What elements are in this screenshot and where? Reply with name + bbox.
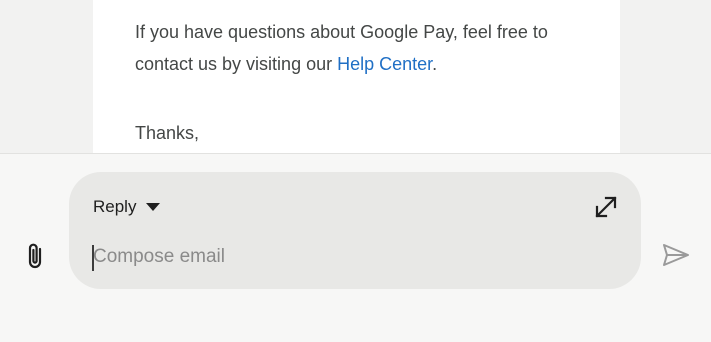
send-button[interactable] (658, 238, 694, 272)
help-center-link[interactable]: Help Center (337, 54, 432, 74)
email-body-suffix: . (432, 54, 438, 74)
caret-down-icon (146, 203, 161, 211)
expand-icon (595, 196, 617, 218)
text-cursor (92, 245, 94, 271)
paperclip-icon (28, 243, 42, 269)
attach-button[interactable] (18, 239, 52, 273)
email-content-area: If you have questions about Google Pay, … (0, 0, 711, 154)
reply-type-dropdown[interactable]: Reply (93, 196, 161, 218)
send-icon (663, 244, 689, 266)
reply-label: Reply (93, 197, 137, 216)
compose-box: Reply (69, 172, 641, 289)
expand-compose-button[interactable] (591, 192, 621, 222)
email-body-paragraph: If you have questions about Google Pay, … (135, 16, 595, 80)
email-closing: Thanks, (135, 123, 200, 143)
compose-email-input[interactable] (91, 242, 563, 272)
